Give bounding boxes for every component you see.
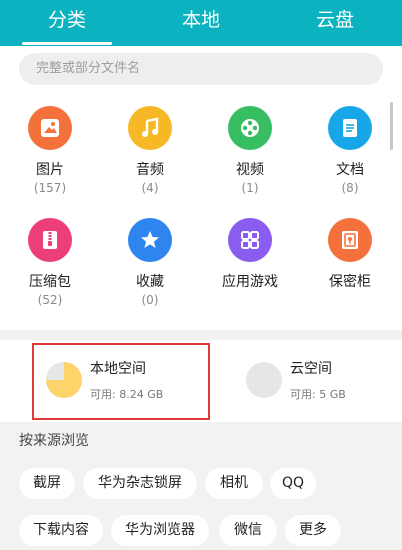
categories-panel: 完整或部分文件名 图片 (157) 音频 (4) 视频 (1) 文档 (8) 压… xyxy=(0,46,402,330)
cloud-storage-pie xyxy=(246,362,282,398)
cloud-storage-card[interactable]: 云空间 可用: 5 GB xyxy=(228,340,398,422)
tab-local[interactable]: 本地 xyxy=(134,0,268,46)
source-chip-more[interactable]: 更多 xyxy=(285,515,341,546)
source-chip-camera[interactable]: 相机 xyxy=(205,468,263,499)
source-chip-wechat[interactable]: 微信 xyxy=(219,515,277,546)
cloud-storage-available: 可用: 5 GB xyxy=(290,388,346,401)
cloud-storage-title: 云空间 xyxy=(290,361,332,377)
category-label: 收藏 xyxy=(136,274,164,290)
source-chip-huawei-browser[interactable]: 华为浏览器 xyxy=(111,515,209,546)
category-apps-games[interactable]: 应用游戏 xyxy=(200,218,300,290)
category-images[interactable]: 图片 (157) xyxy=(0,106,100,195)
tab-bar: 分类 本地 云盘 xyxy=(0,0,402,46)
category-favorites[interactable]: 收藏 (0) xyxy=(100,218,200,307)
category-count: (4) xyxy=(141,181,159,195)
tab-categories[interactable]: 分类 xyxy=(0,0,134,46)
highlight-box xyxy=(32,343,210,420)
source-chip-huawei-magazine[interactable]: 华为杂志锁屏 xyxy=(83,468,197,499)
apps-grid-icon xyxy=(228,218,272,262)
category-archives[interactable]: 压缩包 (52) xyxy=(0,218,100,307)
category-label: 图片 xyxy=(36,162,64,178)
category-count: (0) xyxy=(141,293,159,307)
document-icon xyxy=(328,106,372,150)
image-icon xyxy=(28,106,72,150)
category-audio[interactable]: 音频 (4) xyxy=(100,106,200,195)
tab-cloud[interactable]: 云盘 xyxy=(268,0,402,46)
zip-archive-icon xyxy=(28,218,72,262)
category-label: 音频 xyxy=(136,162,164,178)
category-video[interactable]: 视频 (1) xyxy=(200,106,300,195)
category-label: 应用游戏 xyxy=(222,274,278,290)
film-reel-icon xyxy=(228,106,272,150)
category-label: 文档 xyxy=(336,162,364,178)
browse-by-source-title: 按来源浏览 xyxy=(19,433,89,449)
category-count: (52) xyxy=(37,293,63,307)
category-count: (8) xyxy=(341,181,359,195)
category-documents[interactable]: 文档 (8) xyxy=(300,106,400,195)
source-chip-screenshots[interactable]: 截屏 xyxy=(19,468,75,499)
star-icon xyxy=(128,218,172,262)
category-label: 视频 xyxy=(236,162,264,178)
music-note-icon xyxy=(128,106,172,150)
category-label: 保密柜 xyxy=(329,274,371,290)
source-chip-downloads[interactable]: 下载内容 xyxy=(19,515,103,546)
category-count: (1) xyxy=(241,181,259,195)
source-chip-qq[interactable]: QQ xyxy=(270,468,316,499)
category-safe[interactable]: 保密柜 xyxy=(300,218,400,290)
category-label: 压缩包 xyxy=(29,274,71,290)
search-input[interactable]: 完整或部分文件名 xyxy=(19,53,383,85)
safe-lock-icon xyxy=(328,218,372,262)
category-count: (157) xyxy=(33,181,67,195)
active-tab-indicator xyxy=(22,42,112,45)
